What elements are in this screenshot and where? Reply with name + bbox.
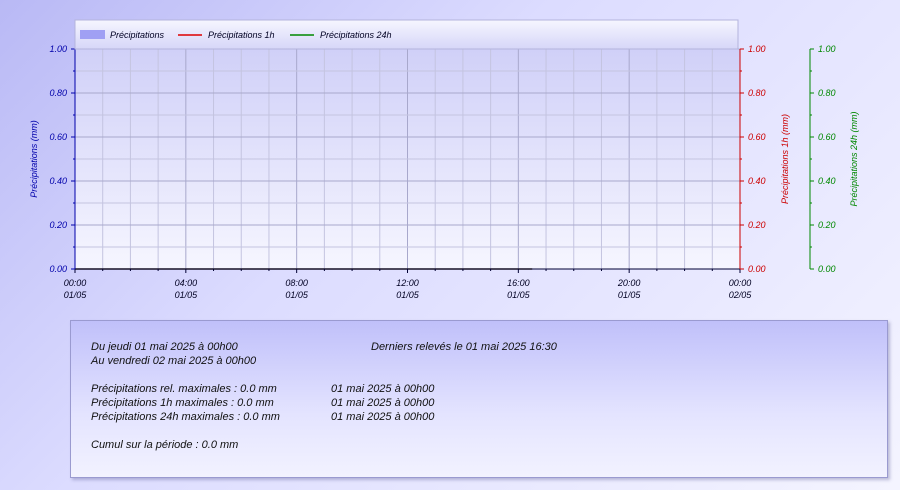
y-tick-label: 0.20 [818, 220, 836, 230]
x-tick-label-time: 12:00 [396, 278, 419, 288]
rel-max-date: 01 mai 2025 à 00h00 [331, 383, 435, 395]
y-tick-label: 0.60 [748, 132, 766, 142]
y-tick-label: 1.00 [818, 44, 836, 54]
x-tick-label-time: 00:00 [729, 278, 752, 288]
h1-max-date: 01 mai 2025 à 00h00 [331, 397, 435, 409]
summary-panel: Du jeudi 01 mai 2025 à 00h00 Au vendredi… [70, 320, 888, 478]
x-tick-label-date: 01/05 [285, 290, 309, 300]
x-tick-label-time: 08:00 [285, 278, 308, 288]
legend-label: Précipitations 1h [208, 30, 275, 40]
y-tick-label: 0.60 [818, 132, 836, 142]
h1-max-label: Précipitations 1h maximales : 0.0 mm [91, 397, 274, 409]
legend-swatch-area [80, 30, 105, 39]
y-tick-label: 0.40 [818, 176, 836, 186]
h24-max-label: Précipitations 24h maximales : 0.0 mm [91, 411, 280, 423]
y-tick-label: 0.20 [49, 220, 67, 230]
y-tick-label: 0.60 [49, 132, 67, 142]
x-tick-label-date: 01/05 [396, 290, 420, 300]
last-reading: Derniers relevés le 01 mai 2025 16:30 [371, 341, 557, 353]
y-tick-label: 0.80 [49, 88, 67, 98]
y-axis-title-right: Précipitations 1h (mm) [780, 114, 790, 204]
x-tick-label-date: 01/05 [175, 290, 199, 300]
y-tick-label: 0.40 [49, 176, 67, 186]
precipitation-chart: 00:00 01/05 04:00 01/05 08:00 01/05 12:00 01/05… [29, 19, 859, 300]
x-tick-label-date: 01/05 [618, 290, 642, 300]
y-tick-label: 0.80 [818, 88, 836, 98]
y-tick-label: 0.00 [818, 264, 836, 274]
y-tick-label: 0.80 [748, 88, 766, 98]
x-tick-label-date: 02/05 [729, 290, 753, 300]
legend: Précipitations Précipitations 1h Précipita… [74, 19, 739, 50]
y-tick-label: 1.00 [49, 44, 67, 54]
y-tick-label: 0.00 [49, 264, 67, 274]
period-to: Au vendredi 02 mai 2025 à 00h00 [91, 355, 257, 367]
x-tick-label-time: 04:00 [175, 278, 198, 288]
h24-max-date: 01 mai 2025 à 00h00 [331, 411, 435, 423]
period-from: Du jeudi 01 mai 2025 à 00h00 [91, 341, 238, 353]
x-tick-label-time: 20:00 [617, 278, 641, 288]
x-tick-label-date: 01/05 [507, 290, 531, 300]
y-tick-label: 0.40 [748, 176, 766, 186]
rel-max-label: Précipitations rel. maximales : 0.0 mm [91, 383, 277, 395]
y-axis-title-left: Précipitations (mm) [29, 120, 39, 198]
x-tick-label-time: 16:00 [507, 278, 530, 288]
y-axis-title-far-right: Précipitations 24h (mm) [849, 111, 859, 206]
y-tick-label: 1.00 [748, 44, 766, 54]
x-tick-label-date: 01/05 [64, 290, 88, 300]
x-tick-label-time: 00:00 [64, 278, 87, 288]
cumul-total: Cumul sur la période : 0.0 mm [91, 439, 239, 451]
legend-label: Précipitations 24h [320, 30, 392, 40]
legend-box [74, 19, 739, 50]
y-tick-label: 0.00 [748, 264, 766, 274]
y-tick-label: 0.20 [748, 220, 766, 230]
legend-label: Précipitations [110, 30, 165, 40]
